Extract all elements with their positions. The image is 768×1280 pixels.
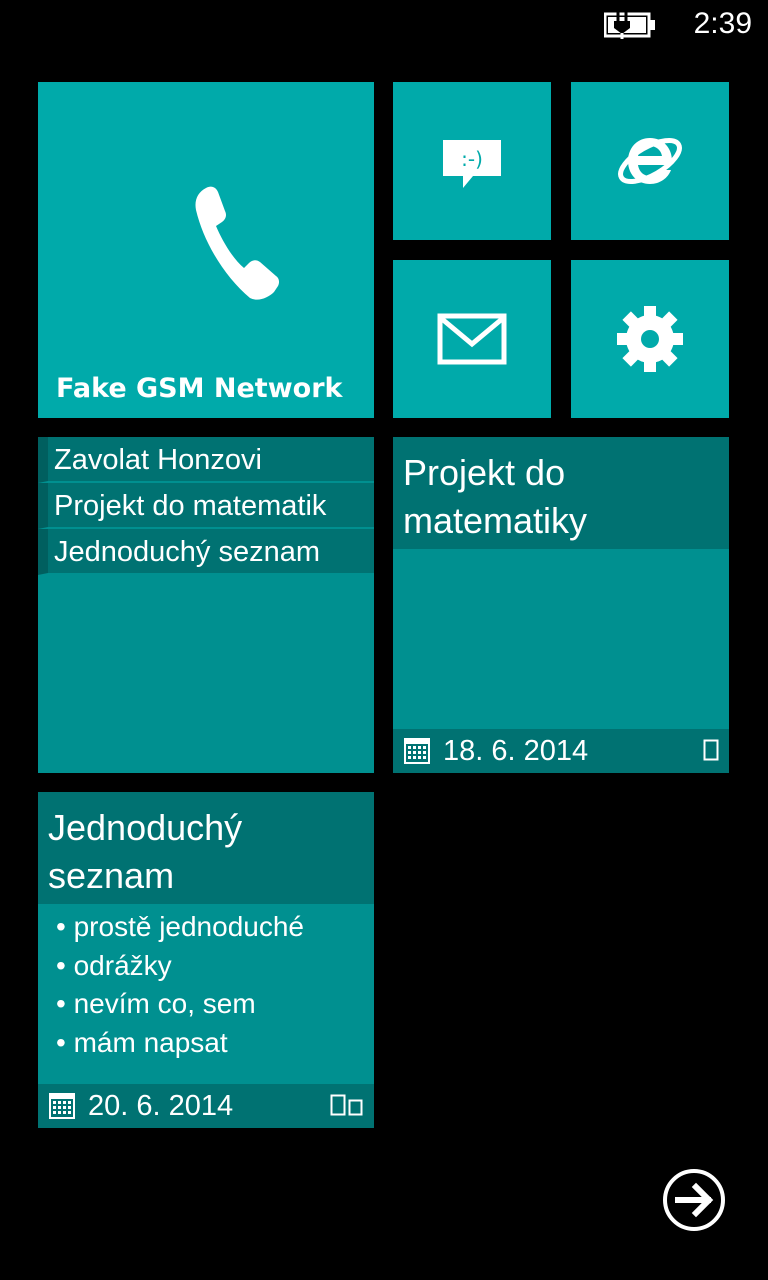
note-list-item[interactable]: Jednoduchý seznam: [38, 529, 374, 575]
note-bullet-list: prostě jednoduché odrážky nevím co, sem …: [56, 908, 304, 1062]
note-date: 18. 6. 2014: [443, 735, 589, 767]
mail-tile[interactable]: [393, 260, 551, 418]
page-indicator-icon: [330, 1094, 363, 1116]
messaging-tile[interactable]: :-): [393, 82, 551, 240]
battery-charging-icon: [604, 12, 655, 39]
phone-tile-label: Fake GSM Network: [56, 373, 343, 404]
internet-explorer-tile[interactable]: [571, 82, 729, 240]
bullet-item: nevím co, sem: [56, 985, 304, 1024]
bullet-item: odrážky: [56, 947, 304, 986]
messaging-icon: :-): [443, 140, 501, 188]
note-date: 20. 6. 2014: [88, 1090, 234, 1122]
gear-icon: [617, 306, 683, 372]
phone-tile[interactable]: Fake GSM Network: [38, 82, 374, 418]
arrow-right-circle-icon[interactable]: [662, 1168, 726, 1232]
phone-icon: [195, 186, 280, 300]
calendar-icon: [49, 1093, 75, 1119]
page-indicator-icon: [703, 739, 719, 761]
clock: 2:39: [693, 7, 752, 40]
internet-explorer-icon: [618, 138, 682, 184]
status-bar: 2:39: [0, 0, 768, 50]
mail-icon: [437, 313, 507, 365]
settings-tile[interactable]: [571, 260, 729, 418]
calendar-icon: [404, 738, 430, 764]
note-title: Projekt do matematiky: [393, 437, 729, 549]
bullet-item: mám napsat: [56, 1024, 304, 1063]
note-footer: 18. 6. 2014: [393, 729, 729, 773]
note-list-tile[interactable]: Zavolat Honzovi Projekt do matematik Jed…: [38, 437, 374, 773]
note-list-item[interactable]: Projekt do matematik: [38, 483, 374, 529]
note-title: Jednoduchý seznam: [38, 792, 374, 904]
bullet-item: prostě jednoduché: [56, 908, 304, 947]
note-list-item[interactable]: Zavolat Honzovi: [38, 437, 374, 483]
note-tile-simple-list[interactable]: Jednoduchý seznam prostě jednoduché odrá…: [38, 792, 374, 1128]
note-footer: 20. 6. 2014: [38, 1084, 374, 1128]
note-list: Zavolat Honzovi Projekt do matematik Jed…: [38, 437, 374, 575]
emoticon-text: :-): [461, 147, 483, 171]
note-tile-project[interactable]: Projekt do matematiky 18. 6. 2014: [393, 437, 729, 773]
